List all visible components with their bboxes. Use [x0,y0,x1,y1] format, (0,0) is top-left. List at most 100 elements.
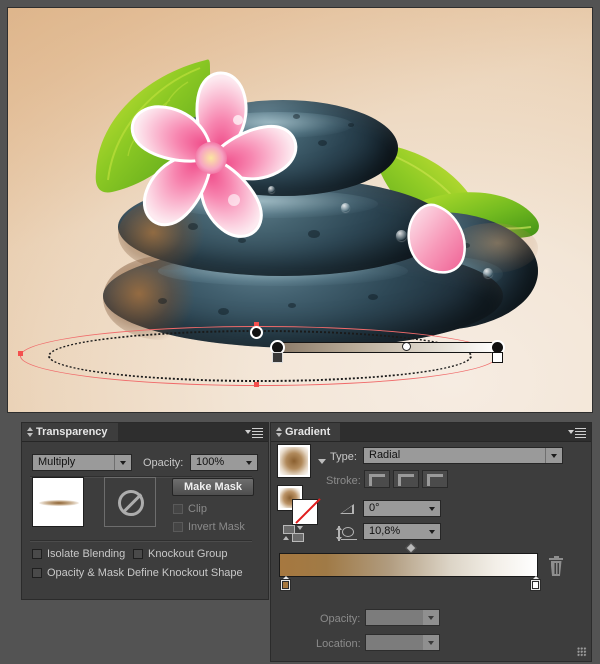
isolate-blending-checkbox[interactable] [32,549,42,559]
stone-speck [218,308,229,315]
stop-location-input[interactable] [365,634,440,651]
menu-lines-icon [252,427,263,438]
transparency-divider-2 [30,540,252,542]
gradient-start-stop-square[interactable] [272,352,283,363]
reverse-rect-bottom [292,533,304,542]
gradient-slider-bar[interactable] [279,553,538,577]
chevron-down-icon[interactable] [423,635,439,650]
tab-gradient-label: Gradient [285,426,331,438]
mask-thumbnail[interactable] [104,477,156,527]
opacity-input[interactable]: 100% [190,454,258,471]
stone-speck [368,294,378,300]
opacity-mask-define-label: Opacity & Mask Define Knockout Shape [47,567,243,579]
stop-color-swatch [532,581,539,589]
stroke-across-icon [427,474,443,486]
knockout-group-row[interactable]: Knockout Group [133,548,228,560]
petal-right [407,203,466,274]
gradient-slider-preview [280,554,537,576]
gradient-type-select[interactable]: Radial [363,447,563,464]
trash-can [550,561,562,576]
aspect-ratio-icon [336,526,360,541]
invert-mask-checkbox-row[interactable]: Invert Mask [173,521,245,533]
tab-gradient[interactable]: Gradient [271,423,341,441]
reverse-gradient-icon[interactable] [283,525,307,543]
gradient-stop-right[interactable] [530,576,541,591]
water-drop [341,203,350,212]
stroke-gradient-across-button[interactable] [422,470,448,488]
anchor-mark-bottom [254,382,259,387]
knockout-group-label: Knockout Group [148,548,228,560]
gradient-type-value: Radial [369,449,401,461]
gradient-panel-menu-icon[interactable] [568,427,586,438]
gradient-end-stop-square[interactable] [492,352,503,363]
canvas-area[interactable] [0,0,600,418]
panel-grip-icon [27,427,33,437]
aspect-circle [342,527,354,537]
resize-grip-icon[interactable] [577,647,587,657]
stone-speck [318,140,327,146]
chevron-down-icon[interactable] [424,524,440,539]
clip-checkbox[interactable] [173,504,183,514]
stroke-within-icon [369,474,385,486]
anchor-mark-left [18,351,23,356]
chevron-down-icon[interactable] [423,610,439,625]
panel-dock: Transparency Multiply Opacity: 100% Make… [0,418,600,664]
blend-mode-select[interactable]: Multiply [32,454,132,471]
chevron-down-icon[interactable] [241,455,257,470]
stroke-gradient-within-button[interactable] [364,470,390,488]
stroke-swatch-indicator[interactable] [292,498,321,525]
reverse-tri-bottom [283,536,289,540]
clip-label: Clip [188,503,207,515]
gradient-annotator-bar[interactable] [276,342,498,353]
panel-grip-icon [276,427,282,437]
gradient-aspect-input[interactable]: 10,8% [363,523,441,540]
chevron-down-icon[interactable] [546,448,562,463]
stop-opacity-input[interactable] [365,609,440,626]
stop-location-label: Location: [316,638,361,650]
trash-lid [549,558,563,560]
artboard[interactable] [8,8,592,412]
invert-mask-checkbox[interactable] [173,522,183,532]
opacity-mask-define-checkbox[interactable] [32,568,42,578]
blend-mode-value: Multiply [38,456,76,468]
chevron-down-icon[interactable] [115,455,131,470]
stone-speck [348,123,354,127]
gradient-stop-left[interactable] [280,576,291,591]
isolate-blending-label: Isolate Blending [47,548,126,560]
chevron-down-icon[interactable] [318,459,326,464]
stroke-label: Stroke: [326,475,361,487]
stroke-gradient-along-button[interactable] [393,470,419,488]
gradient-fill-preview [280,447,308,475]
trash-icon[interactable] [549,556,563,576]
gradient-angle-input[interactable]: 0° [363,500,441,517]
menu-lines-icon [575,427,586,438]
artwork-thumbnail[interactable] [32,477,84,527]
reverse-tri-top [297,526,303,530]
stop-color-swatch [282,581,289,589]
aspect-arrow [336,526,341,541]
opacity-mask-define-row[interactable]: Opacity & Mask Define Knockout Shape [32,567,243,579]
chevron-down-icon [245,430,251,434]
water-drop [483,268,493,278]
gradient-aspect-value: 10,8% [369,525,401,537]
gradient-origin-handle[interactable] [250,326,263,339]
chevron-down-icon[interactable] [424,501,440,516]
gradient-type-label: Type: [330,451,357,463]
transparency-panel-tabbar: Transparency [22,423,268,442]
gradient-midpoint-handle[interactable] [402,342,411,351]
gradient-panel-tabbar: Gradient [271,423,591,442]
transparency-panel-menu-icon[interactable] [245,427,263,438]
no-entry-icon [118,490,144,516]
chevron-down-icon [568,430,574,434]
none-slash-icon [295,498,321,524]
knockout-group-checkbox[interactable] [133,549,143,559]
plumeria-flower[interactable] [116,60,306,250]
opacity-value: 100% [196,456,225,468]
clip-checkbox-row[interactable]: Clip [173,503,207,515]
gradient-fill-swatch[interactable] [277,444,311,478]
tab-transparency[interactable]: Transparency [22,423,118,441]
isolate-blending-row[interactable]: Isolate Blending [32,548,125,560]
stroke-along-icon [398,474,414,486]
make-mask-button[interactable]: Make Mask [172,478,254,496]
thumbnail-artwork-streak [39,500,79,506]
